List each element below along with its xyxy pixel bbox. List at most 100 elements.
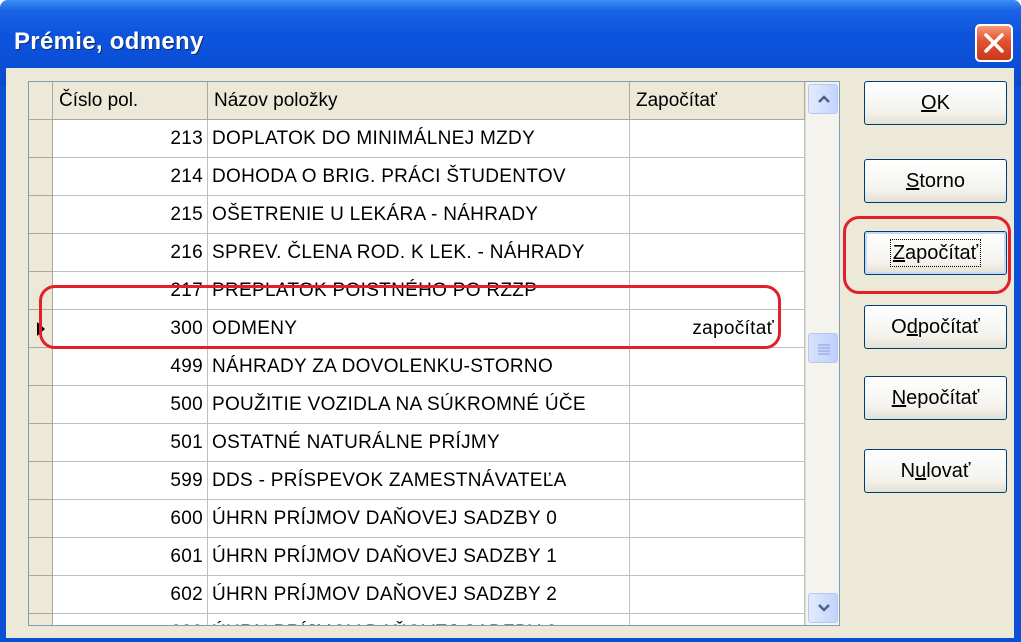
row-count-cell[interactable] xyxy=(630,272,805,310)
table-row[interactable]: 213 DOPLATOK DO MINIMÁLNEJ MZDY xyxy=(29,120,805,158)
row-name-cell[interactable]: PREPLATOK POISTNÉHO PO RZZP xyxy=(208,272,630,310)
table-row[interactable]: 217 PREPLATOK POISTNÉHO PO RZZP xyxy=(29,272,805,310)
row-number-cell[interactable]: 300 xyxy=(53,310,208,348)
row-count-cell[interactable] xyxy=(630,158,805,196)
row-number-cell[interactable]: 215 xyxy=(53,196,208,234)
grip-icon xyxy=(818,344,830,355)
triangle-right-icon xyxy=(37,322,45,336)
row-indicator[interactable] xyxy=(29,614,53,625)
dialog-window: Prémie, odmeny Číslo pol. Názov položky … xyxy=(0,0,1021,642)
row-name-cell[interactable]: DOPLATOK DO MINIMÁLNEJ MZDY xyxy=(208,120,630,158)
row-number-cell[interactable]: 601 xyxy=(53,538,208,576)
row-count-cell[interactable] xyxy=(630,386,805,424)
row-indicator[interactable] xyxy=(29,158,53,196)
row-number-cell[interactable]: 213 xyxy=(53,120,208,158)
row-count-cell[interactable]: započítať xyxy=(630,310,805,348)
odpocitat-hotkey: d xyxy=(906,316,918,338)
scroll-down-button[interactable] xyxy=(808,593,838,623)
row-name-cell[interactable]: SPREV. ČLENA ROD. K LEK. - NÁHRADY xyxy=(208,234,630,272)
row-name-cell[interactable]: ÚHRN PRÍJMOV DAŇOVEJ SADZBY 3 xyxy=(208,614,630,625)
row-number-cell[interactable]: 216 xyxy=(53,234,208,272)
nepocitat-button[interactable]: Nepočítať xyxy=(864,376,1007,420)
table-row[interactable]: 300 ODMENY započítať xyxy=(29,310,805,348)
table-row[interactable]: 216 SPREV. ČLENA ROD. K LEK. - NÁHRADY xyxy=(29,234,805,272)
row-indicator[interactable] xyxy=(29,386,53,424)
row-name-cell[interactable]: DOHODA O BRIG. PRÁCI ŠTUDENTOV xyxy=(208,158,630,196)
row-indicator[interactable] xyxy=(29,272,53,310)
row-number-cell[interactable]: 217 xyxy=(53,272,208,310)
row-count-cell[interactable] xyxy=(630,120,805,158)
row-number-cell[interactable]: 499 xyxy=(53,348,208,386)
ok-label: K xyxy=(936,92,950,114)
table-row[interactable]: 599 DDS - PRÍSPEVOK ZAMESTNÁVATEĽA xyxy=(29,462,805,500)
storno-label: torno xyxy=(919,170,965,192)
window-title: Prémie, odmeny xyxy=(14,28,204,55)
row-indicator[interactable] xyxy=(29,424,53,462)
row-number-cell[interactable]: 602 xyxy=(53,576,208,614)
row-name-cell[interactable]: OŠETRENIE U LEKÁRA - NÁHRADY xyxy=(208,196,630,234)
row-name-cell[interactable]: OSTATNÉ NATURÁLNE PRÍJMY xyxy=(208,424,630,462)
items-grid[interactable]: Číslo pol. Názov položky Započítať 213 DO… xyxy=(28,81,840,626)
row-number-cell[interactable]: 603 xyxy=(53,614,208,625)
column-header-name[interactable]: Názov položky xyxy=(208,82,630,120)
row-count-cell[interactable] xyxy=(630,234,805,272)
scroll-thumb[interactable] xyxy=(808,333,838,363)
table-row[interactable]: 602 ÚHRN PRÍJMOV DAŇOVEJ SADZBY 2 xyxy=(29,576,805,614)
row-indicator[interactable] xyxy=(29,576,53,614)
row-indicator[interactable] xyxy=(29,120,53,158)
zapocitat-button[interactable]: Započítať xyxy=(864,231,1007,275)
row-count-cell[interactable] xyxy=(630,538,805,576)
row-indicator[interactable] xyxy=(29,538,53,576)
row-indicator[interactable] xyxy=(29,234,53,272)
odpocitat-button[interactable]: Odpočítať xyxy=(864,305,1007,349)
row-name-cell[interactable]: ODMENY xyxy=(208,310,630,348)
table-row[interactable]: 501 OSTATNÉ NATURÁLNE PRÍJMY xyxy=(29,424,805,462)
odpocitat-prefix: O xyxy=(891,316,907,338)
ok-hotkey: O xyxy=(921,92,937,114)
row-number-cell[interactable]: 501 xyxy=(53,424,208,462)
row-name-cell[interactable]: POUŽITIE VOZIDLA NA SÚKROMNÉ ÚČE xyxy=(208,386,630,424)
nulovat-hotkey: u xyxy=(915,460,927,482)
row-number-cell[interactable]: 600 xyxy=(53,500,208,538)
table-row[interactable]: 499 NÁHRADY ZA DOVOLENKU-STORNO xyxy=(29,348,805,386)
table-row[interactable]: 215 OŠETRENIE U LEKÁRA - NÁHRADY xyxy=(29,196,805,234)
nepocitat-hotkey: N xyxy=(891,387,907,409)
vertical-scrollbar[interactable] xyxy=(805,82,839,625)
row-count-cell[interactable] xyxy=(630,348,805,386)
storno-button[interactable]: Storno xyxy=(864,159,1007,203)
row-count-cell[interactable] xyxy=(630,462,805,500)
column-header-count[interactable]: Započítať xyxy=(630,82,805,120)
row-indicator[interactable] xyxy=(29,462,53,500)
row-indicator[interactable] xyxy=(29,348,53,386)
row-indicator[interactable] xyxy=(29,310,53,348)
row-count-cell[interactable] xyxy=(630,614,805,625)
row-count-cell[interactable] xyxy=(630,576,805,614)
row-number-cell[interactable]: 599 xyxy=(53,462,208,500)
row-name-cell[interactable]: DDS - PRÍSPEVOK ZAMESTNÁVATEĽA xyxy=(208,462,630,500)
row-name-cell[interactable]: ÚHRN PRÍJMOV DAŇOVEJ SADZBY 1 xyxy=(208,538,630,576)
table-row[interactable]: 601 ÚHRN PRÍJMOV DAŇOVEJ SADZBY 1 xyxy=(29,538,805,576)
row-number-cell[interactable]: 500 xyxy=(53,386,208,424)
table-row[interactable]: 500 POUŽITIE VOZIDLA NA SÚKROMNÉ ÚČE xyxy=(29,386,805,424)
table-row[interactable]: 603ÚHRN PRÍJMOV DAŇOVEJ SADZBY 3 xyxy=(29,614,805,625)
row-count-cell[interactable] xyxy=(630,500,805,538)
nulovat-button[interactable]: Nulovať xyxy=(864,449,1007,493)
nulovat-prefix: N xyxy=(900,460,916,482)
close-button[interactable] xyxy=(975,24,1013,62)
row-count-cell[interactable] xyxy=(630,196,805,234)
row-count-cell[interactable] xyxy=(630,424,805,462)
ok-button[interactable]: OK xyxy=(864,81,1007,125)
row-indicator[interactable] xyxy=(29,500,53,538)
scroll-up-button[interactable] xyxy=(808,84,838,114)
row-name-cell[interactable]: ÚHRN PRÍJMOV DAŇOVEJ SADZBY 2 xyxy=(208,576,630,614)
table-row[interactable]: 214 DOHODA O BRIG. PRÁCI ŠTUDENTOV xyxy=(29,158,805,196)
row-name-cell[interactable]: ÚHRN PRÍJMOV DAŇOVEJ SADZBY 0 xyxy=(208,500,630,538)
chevron-down-icon xyxy=(818,604,830,612)
table-row[interactable]: 600 ÚHRN PRÍJMOV DAŇOVEJ SADZBY 0 xyxy=(29,500,805,538)
row-indicator[interactable] xyxy=(29,196,53,234)
row-number-cell[interactable]: 214 xyxy=(53,158,208,196)
zapocitat-label: apočítať xyxy=(905,242,979,264)
column-header-number[interactable]: Číslo pol. xyxy=(53,82,208,120)
dialog-client-area: Číslo pol. Názov položky Započítať 213 DO… xyxy=(6,68,1014,638)
row-name-cell[interactable]: NÁHRADY ZA DOVOLENKU-STORNO xyxy=(208,348,630,386)
